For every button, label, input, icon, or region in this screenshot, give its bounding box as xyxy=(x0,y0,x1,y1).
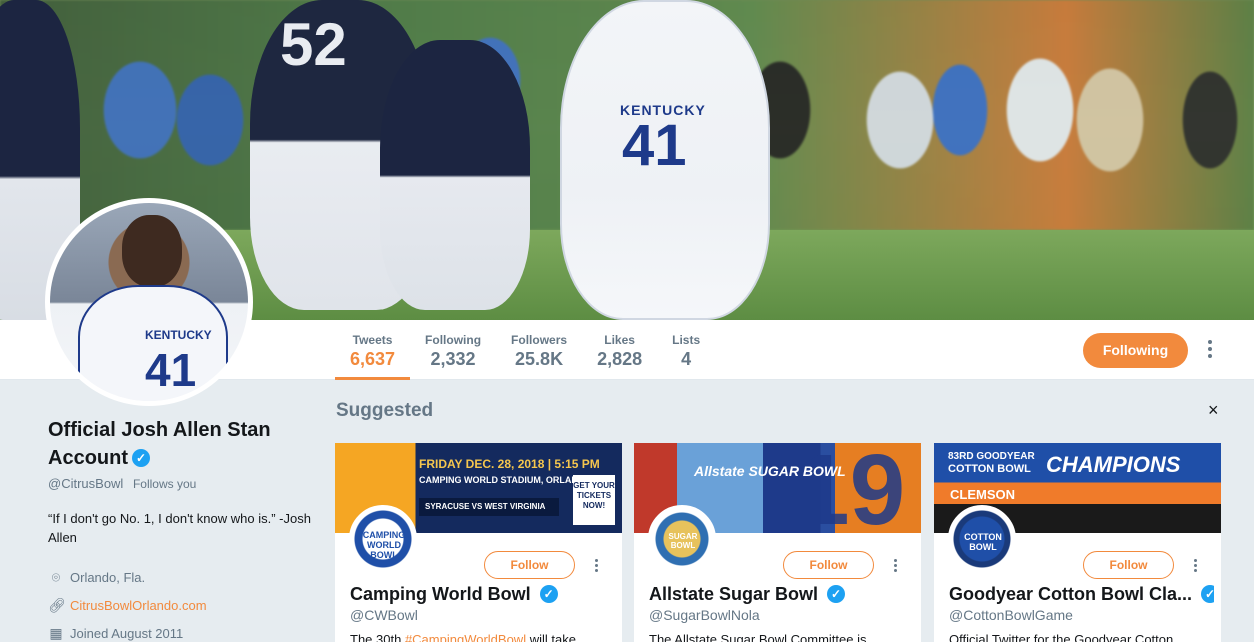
card-avatar[interactable]: COTTON BOWL xyxy=(948,505,1016,573)
banner-text: CAMPING WORLD STADIUM, ORLANDO xyxy=(419,475,592,485)
follow-button[interactable]: Follow xyxy=(1083,551,1174,579)
hashtag-link[interactable]: #CampingWorldBowl xyxy=(405,632,526,642)
avatar-image: KENTUCKY 41 xyxy=(50,203,248,401)
banner-player-dark xyxy=(380,40,530,310)
profile-stats: Tweets 6,637 Following 2,332 Followers 2… xyxy=(335,320,715,380)
profile-website-link[interactable]: CitrusBowlOrlando.com xyxy=(70,598,207,613)
profile-handle[interactable]: @CitrusBowl xyxy=(48,476,123,491)
desc-text: will take xyxy=(526,632,576,642)
player-number: 52 xyxy=(280,11,347,78)
desc-text: The 30th xyxy=(350,632,405,642)
avatar-head xyxy=(122,215,182,287)
verified-badge-icon: ✓ xyxy=(132,449,150,467)
card-more-icon[interactable] xyxy=(1193,559,1197,574)
profile-bio: “If I don't go No. 1, I don't know who i… xyxy=(48,511,311,545)
handle-row: @CitrusBowl Follows you xyxy=(48,476,323,491)
stat-lists[interactable]: Lists 4 xyxy=(657,320,715,380)
suggested-card[interactable]: 19 Allstate SUGAR BOWL SUGAR BOWL Follow… xyxy=(634,443,921,642)
card-name-text: Camping World Bowl xyxy=(350,584,531,604)
profile-card: Official Josh Allen Stan Account ✓ @Citru… xyxy=(48,416,323,642)
stat-value: 4 xyxy=(681,349,692,369)
stat-label: Tweets xyxy=(352,333,393,347)
stat-value: 6,637 xyxy=(350,349,396,369)
joined-row: ▦ Joined August 2011 xyxy=(48,619,323,642)
follow-button[interactable]: Follow xyxy=(484,551,575,579)
suggested-card[interactable]: FRIDAY DEC. 28, 2018 | 5:15 PM CAMPING W… xyxy=(335,443,622,642)
location-row: ⌾ Orlando, Fla. xyxy=(48,563,323,591)
following-button[interactable]: Following xyxy=(1083,333,1188,368)
player-number: 41 xyxy=(622,113,687,178)
suggested-title: Suggested xyxy=(336,400,434,421)
profile-name-text: Official Josh Allen Stan Account xyxy=(48,419,271,469)
avatar-jersey-text: KENTUCKY xyxy=(145,328,212,342)
card-avatar[interactable]: CAMPING WORLD BOWL xyxy=(349,505,417,573)
card-description: The 30th #CampingWorldBowl will take xyxy=(350,632,615,642)
banner-text: FRIDAY DEC. 28, 2018 | 5:15 PM xyxy=(419,457,600,471)
stat-label: Lists xyxy=(672,333,701,347)
stat-likes[interactable]: Likes 2,828 xyxy=(582,320,657,380)
verified-badge-icon: ✓ xyxy=(1201,585,1214,603)
profile-joined: Joined August 2011 xyxy=(70,625,184,641)
stat-following[interactable]: Following 2,332 xyxy=(410,320,496,380)
follows-you-badge: Follows you xyxy=(132,477,197,491)
profile-meta: ⌾ Orlando, Fla. 🔗︎ CitrusBowlOrlando.com… xyxy=(48,563,323,642)
banner-text: Allstate SUGAR BOWL xyxy=(694,463,846,479)
link-icon: 🔗︎ xyxy=(48,597,66,613)
card-name-text: Goodyear Cotton Bowl Cla... xyxy=(949,584,1193,604)
stat-label: Likes xyxy=(604,333,635,347)
stat-value: 2,332 xyxy=(430,349,476,369)
stat-tweets[interactable]: Tweets 6,637 xyxy=(335,320,411,380)
card-handle[interactable]: @CottonBowlGame xyxy=(949,607,1073,623)
banner-text: 83RD GOODYEAR xyxy=(948,451,1035,462)
avatar-jersey-number: 41 xyxy=(145,344,197,396)
profile-name[interactable]: Official Josh Allen Stan Account ✓ xyxy=(48,416,323,472)
stat-value: 25.8K xyxy=(515,349,564,369)
stat-label: Following xyxy=(425,333,482,347)
card-avatar-logo: COTTON BOWL xyxy=(964,532,1002,552)
stat-label: Followers xyxy=(511,333,568,347)
card-handle[interactable]: @CWBowl xyxy=(350,607,418,623)
follow-button[interactable]: Follow xyxy=(783,551,874,579)
verified-badge-icon: ✓ xyxy=(539,585,558,603)
card-name[interactable]: Allstate Sugar Bowl ✓ xyxy=(649,584,914,605)
card-description: Official Twitter for the Goodyear Cotton xyxy=(949,632,1174,642)
card-avatar-logo: SUGAR BOWL xyxy=(668,532,698,550)
card-handle[interactable]: @SugarBowlNola xyxy=(649,607,760,623)
banner-text: CHAMPIONS xyxy=(1046,452,1181,477)
card-more-icon[interactable] xyxy=(594,559,598,574)
stat-followers[interactable]: Followers 25.8K xyxy=(496,320,582,380)
close-icon[interactable]: × xyxy=(1208,400,1219,421)
website-row: 🔗︎ CitrusBowlOrlando.com xyxy=(48,591,323,619)
profile-location: Orlando, Fla. xyxy=(70,569,146,585)
banner-text: GET YOUR TICKETS NOW! xyxy=(573,475,615,525)
profile-avatar[interactable]: KENTUCKY 41 xyxy=(45,198,253,406)
banner-text: SYRACUSE VS WEST VIRGINIA xyxy=(419,498,559,516)
card-more-icon[interactable] xyxy=(893,559,897,574)
card-name[interactable]: Camping World Bowl ✓ xyxy=(350,584,615,605)
card-avatar-logo: CAMPING WORLD BOWL xyxy=(362,530,406,560)
card-avatar[interactable]: SUGAR BOWL xyxy=(648,505,716,573)
banner-text: CLEMSON xyxy=(950,487,1015,502)
more-options-icon[interactable] xyxy=(1202,340,1218,362)
banner-text: COTTON BOWL xyxy=(948,463,1031,475)
suggested-card[interactable]: 83RD GOODYEAR COTTON BOWL CHAMPIONS CLEM… xyxy=(934,443,1221,642)
banner-text: 19 xyxy=(794,443,906,533)
stat-value: 2,828 xyxy=(597,349,643,369)
card-name-text: Allstate Sugar Bowl xyxy=(649,584,819,604)
card-name[interactable]: Goodyear Cotton Bowl Cla... ✓ xyxy=(949,584,1214,605)
verified-badge-icon: ✓ xyxy=(827,585,846,603)
location-pin-icon: ⌾ xyxy=(51,569,61,585)
calendar-icon: ▦ xyxy=(49,625,63,641)
banner-player-41: KENTUCKY 41 xyxy=(560,0,770,320)
card-description: The Allstate Sugar Bowl Committee is xyxy=(649,632,867,642)
